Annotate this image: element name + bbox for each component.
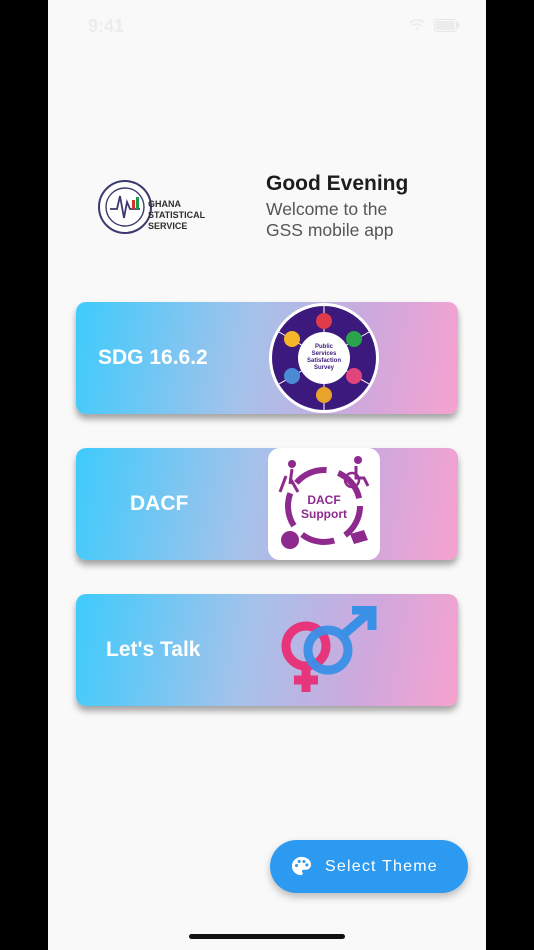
gss-logo: GHANA STATISTICAL SERVICE	[98, 178, 238, 236]
dacf-support-icon: DACF Support	[268, 448, 380, 560]
logo-text-2: STATISTICAL	[148, 210, 206, 220]
dacf-card[interactable]: DACF DACF Support	[76, 448, 458, 560]
header: GHANA STATISTICAL SERVICE Good Evening W…	[48, 170, 486, 250]
greeting-title: Good Evening	[266, 172, 409, 195]
survey-text-2: Services	[312, 351, 337, 357]
status-time: 9:41	[88, 16, 125, 36]
status-icons	[408, 18, 460, 32]
palette-icon	[291, 856, 312, 876]
status-bar: 9:41	[48, 0, 486, 56]
logo-text-1: GHANA	[148, 199, 181, 209]
lets-talk-card[interactable]: Let's Talk	[76, 594, 458, 706]
battery-icon	[434, 18, 460, 32]
survey-text-4: Survey	[314, 365, 335, 371]
dacf-card-label: DACF	[130, 492, 189, 515]
survey-text-3: Satisfaction	[307, 358, 341, 364]
dacf-text-1: DACF	[307, 493, 340, 507]
survey-wheel-icon: Public Services Satisfaction Survey	[269, 303, 379, 413]
select-theme-label: Select Theme	[325, 858, 438, 875]
lets-talk-card-label: Let's Talk	[106, 638, 201, 661]
dacf-text-2: Support	[301, 507, 347, 521]
sdg-card[interactable]: SDG 16.6.2 Public Services Satisfaction …	[76, 302, 458, 414]
sdg-card-label: SDG 16.6.2	[98, 346, 208, 369]
survey-text-1: Public	[315, 344, 334, 350]
home-indicator	[189, 934, 345, 939]
gender-symbols-icon	[281, 606, 377, 692]
select-theme-button[interactable]: Select Theme	[270, 840, 468, 893]
phone-screen: 9:41 GHANA STATISTICAL SERVICE Good Even…	[48, 0, 486, 950]
logo-text-3: SERVICE	[148, 221, 187, 231]
wifi-icon	[409, 18, 425, 31]
welcome-text: Welcome to the GSS mobile app	[266, 199, 394, 240]
